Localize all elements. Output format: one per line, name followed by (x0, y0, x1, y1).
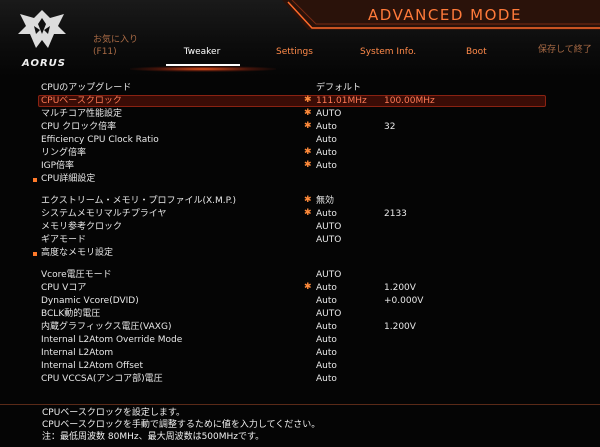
setting-row[interactable]: 内蔵グラフィックス電圧(VAXG) Auto 1.200V (0, 321, 600, 334)
setting-value[interactable]: Auto (316, 360, 337, 373)
submenu-bullet-icon (33, 178, 37, 182)
tab-boot[interactable]: Boot (466, 46, 487, 58)
setting-label: 内蔵グラフィックス電圧(VAXG) (41, 322, 172, 332)
setting-row[interactable]: CPU クロック倍率 ✱ Auto 32 (0, 121, 600, 134)
setting-label: IGP倍率 (41, 161, 75, 171)
setting-current-value: +0.000V (384, 296, 424, 306)
setting-value[interactable]: 無効 (316, 195, 334, 208)
setting-current-value: 2133 (384, 209, 407, 219)
setting-row[interactable]: マルチコア性能設定 ✱ AUTO (0, 108, 600, 121)
setting-label: 高度なメモリ設定 (41, 248, 114, 258)
setting-label: エクストリーム・メモリ・プロファイル(X.M.P.) (41, 196, 237, 206)
setting-value[interactable]: AUTO (316, 269, 341, 282)
setting-label: CPUのアップグレード (41, 83, 132, 93)
setting-row[interactable]: CPU Vコア ✱ Auto 1.200V (0, 282, 600, 295)
setting-value[interactable]: Auto (316, 208, 337, 221)
setting-value[interactable]: Auto (316, 321, 337, 334)
help-line: CPUベースクロックを設定します。 (42, 408, 185, 418)
modified-star-icon: ✱ (304, 282, 312, 292)
setting-value[interactable]: Auto (316, 373, 337, 386)
setting-row[interactable]: CPU詳細設定 (0, 173, 600, 186)
setting-current-value: 1.200V (384, 322, 416, 332)
tab-favorites-key: (F11) (93, 47, 117, 57)
setting-value[interactable]: Auto (316, 347, 337, 360)
setting-value[interactable]: Auto (316, 134, 337, 147)
setting-row[interactable]: IGP倍率 ✱ Auto (0, 160, 600, 173)
setting-label: リング倍率 (41, 148, 87, 158)
setting-value[interactable]: Auto (316, 121, 337, 134)
setting-value[interactable]: AUTO (316, 221, 341, 234)
modified-star-icon: ✱ (304, 208, 312, 218)
setting-row[interactable]: リング倍率 ✱ Auto (0, 147, 600, 160)
setting-value[interactable]: Auto (316, 334, 337, 347)
setting-value[interactable]: Auto (316, 282, 337, 295)
setting-row[interactable]: メモリ参考クロック AUTO (0, 221, 600, 234)
tab-settings[interactable]: Settings (276, 46, 313, 58)
setting-row[interactable]: システムメモリマルチプライヤ ✱ Auto 2133 (0, 208, 600, 221)
setting-current-value: 100.00MHz (384, 96, 435, 106)
setting-current-value: 32 (384, 122, 396, 132)
setting-label: メモリ参考クロック (41, 222, 123, 232)
tab-favorites-label: お気に入り (93, 35, 139, 45)
modified-star-icon: ✱ (304, 147, 312, 157)
setting-label: CPU VCCSA(アンコア部)電圧 (41, 374, 163, 384)
setting-label: CPU詳細設定 (41, 174, 96, 184)
setting-row[interactable]: CPUのアップグレード デフォルト (0, 82, 600, 95)
setting-row[interactable]: Dynamic Vcore(DVID) Auto +0.000V (0, 295, 600, 308)
setting-value[interactable]: AUTO (316, 108, 341, 121)
tab-tweaker[interactable]: Tweaker (160, 46, 244, 58)
setting-value[interactable]: Auto (316, 160, 337, 173)
help-panel: CPUベースクロックを設定します。 CPUベースクロックを手動で調整するために値… (42, 407, 582, 443)
setting-label: CPUベースクロック (41, 96, 122, 106)
setting-label: Efficiency CPU Clock Ratio (41, 135, 159, 145)
top-navigation: お気に入り (F11) Tweaker Settings System Info… (0, 34, 600, 64)
setting-row[interactable]: CPUベースクロック ✱ 111.01MHz 100.00MHz (0, 95, 600, 108)
tab-save-exit[interactable]: 保存して終了 (538, 44, 592, 56)
tab-system-info[interactable]: System Info. (360, 46, 416, 58)
mode-title: ADVANCED MODE (368, 6, 522, 24)
setting-current-value: 1.200V (384, 283, 416, 293)
setting-value[interactable]: Auto (316, 147, 337, 160)
setting-row[interactable]: エクストリーム・メモリ・プロファイル(X.M.P.) ✱ 無効 (0, 195, 600, 208)
submenu-bullet-icon (33, 252, 37, 256)
footer-divider (0, 404, 600, 405)
setting-row[interactable]: Efficiency CPU Clock Ratio Auto (0, 134, 600, 147)
setting-label: BCLK動的電圧 (41, 309, 101, 319)
setting-value[interactable]: AUTO (316, 234, 341, 247)
setting-row[interactable]: ギアモード AUTO (0, 234, 600, 247)
active-tab-glow (130, 66, 276, 72)
setting-label: Internal L2Atom Override Mode (41, 335, 183, 345)
modified-star-icon: ✱ (304, 121, 312, 131)
setting-row[interactable]: CPU VCCSA(アンコア部)電圧 Auto (0, 373, 600, 386)
setting-value[interactable]: 111.01MHz (316, 95, 367, 108)
setting-value[interactable]: デフォルト (316, 82, 361, 95)
modified-star-icon: ✱ (304, 95, 312, 105)
setting-label: CPU Vコア (41, 283, 87, 293)
setting-label: Dynamic Vcore(DVID) (41, 296, 139, 306)
tab-favorites[interactable]: お気に入り (F11) (93, 34, 138, 58)
modified-star-icon: ✱ (304, 160, 312, 170)
setting-label: Vcore電圧モード (41, 270, 112, 280)
setting-value[interactable]: AUTO (316, 308, 341, 321)
setting-row[interactable]: Internal L2Atom Auto (0, 347, 600, 360)
setting-row[interactable]: BCLK動的電圧 AUTO (0, 308, 600, 321)
setting-row[interactable]: Vcore電圧モード AUTO (0, 269, 600, 282)
setting-value[interactable]: Auto (316, 295, 337, 308)
setting-row[interactable]: Internal L2Atom Override Mode Auto (0, 334, 600, 347)
help-line: CPUベースクロックを手動で調整するために値を入力してください。 (42, 420, 321, 430)
setting-label: Internal L2Atom Offset (41, 361, 143, 371)
setting-label: Internal L2Atom (41, 348, 114, 358)
setting-row[interactable]: Internal L2Atom Offset Auto (0, 360, 600, 373)
modified-star-icon: ✱ (304, 108, 312, 118)
setting-label: ギアモード (41, 235, 87, 245)
setting-row[interactable]: 高度なメモリ設定 (0, 247, 600, 260)
header: AORUS ADVANCED MODE お気に入り (F11) Tweaker … (0, 0, 600, 76)
setting-label: システムメモリマルチプライヤ (41, 209, 167, 219)
help-line: 注：最低周波数 80MHz、最大周波数は500MHzです。 (42, 432, 265, 442)
modified-star-icon: ✱ (304, 195, 312, 205)
setting-label: CPU クロック倍率 (41, 122, 117, 132)
setting-label: マルチコア性能設定 (41, 109, 123, 119)
settings-list: CPUのアップグレード デフォルト CPUベースクロック ✱ 111.01MHz 100… (0, 78, 600, 404)
